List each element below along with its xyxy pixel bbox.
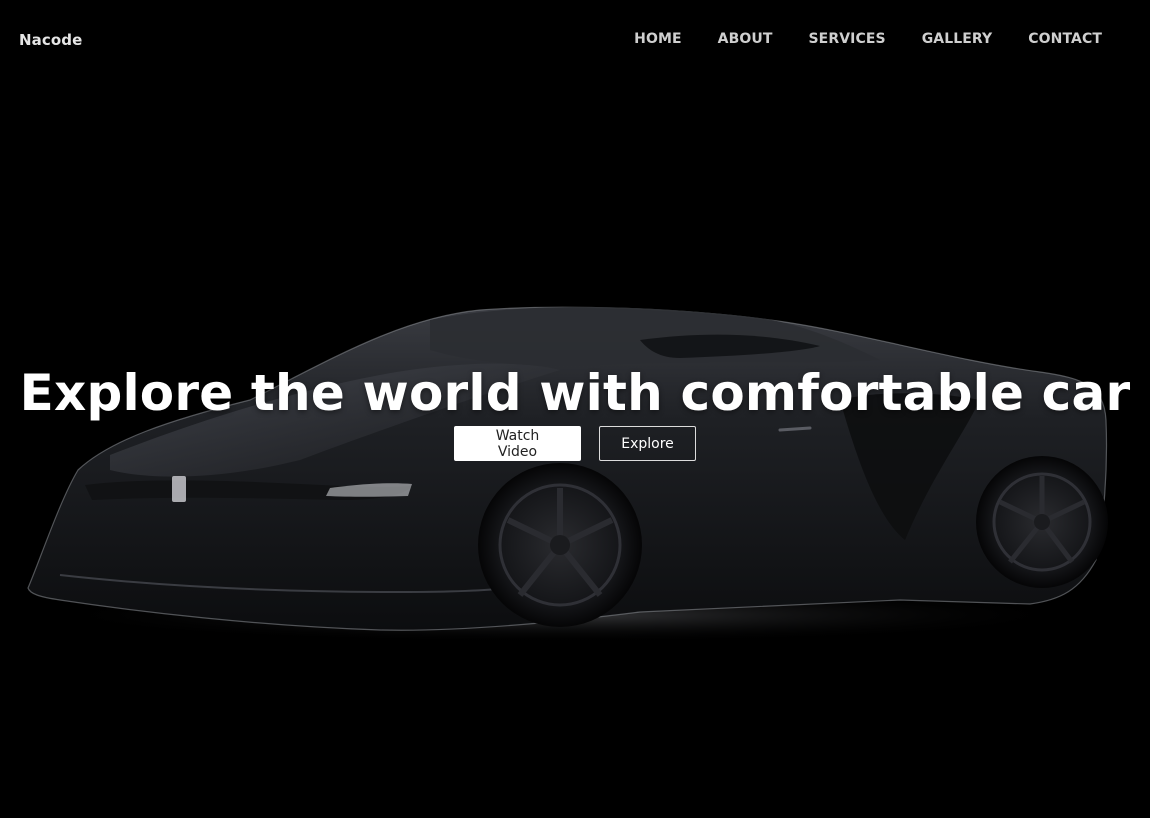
hero-title: Explore the world with comfortable car [19, 364, 1131, 422]
brand-logo[interactable]: Nacode [19, 31, 82, 49]
nav-link-contact[interactable]: CONTACT [1028, 31, 1102, 47]
hero-actions: Watch Video Explore [0, 426, 1150, 461]
main-nav: HOME ABOUT SERVICES GALLERY CONTACT [634, 31, 1102, 47]
page: Nacode HOME ABOUT SERVICES GALLERY CONTA… [0, 0, 1150, 818]
watch-video-button[interactable]: Watch Video [454, 426, 581, 461]
nav-link-home[interactable]: HOME [634, 31, 682, 47]
explore-button[interactable]: Explore [599, 426, 696, 461]
nav-link-gallery[interactable]: GALLERY [922, 31, 993, 47]
site-header: Nacode HOME ABOUT SERVICES GALLERY CONTA… [0, 0, 1150, 80]
nav-link-about[interactable]: ABOUT [718, 31, 773, 47]
nav-link-services[interactable]: SERVICES [808, 31, 885, 47]
